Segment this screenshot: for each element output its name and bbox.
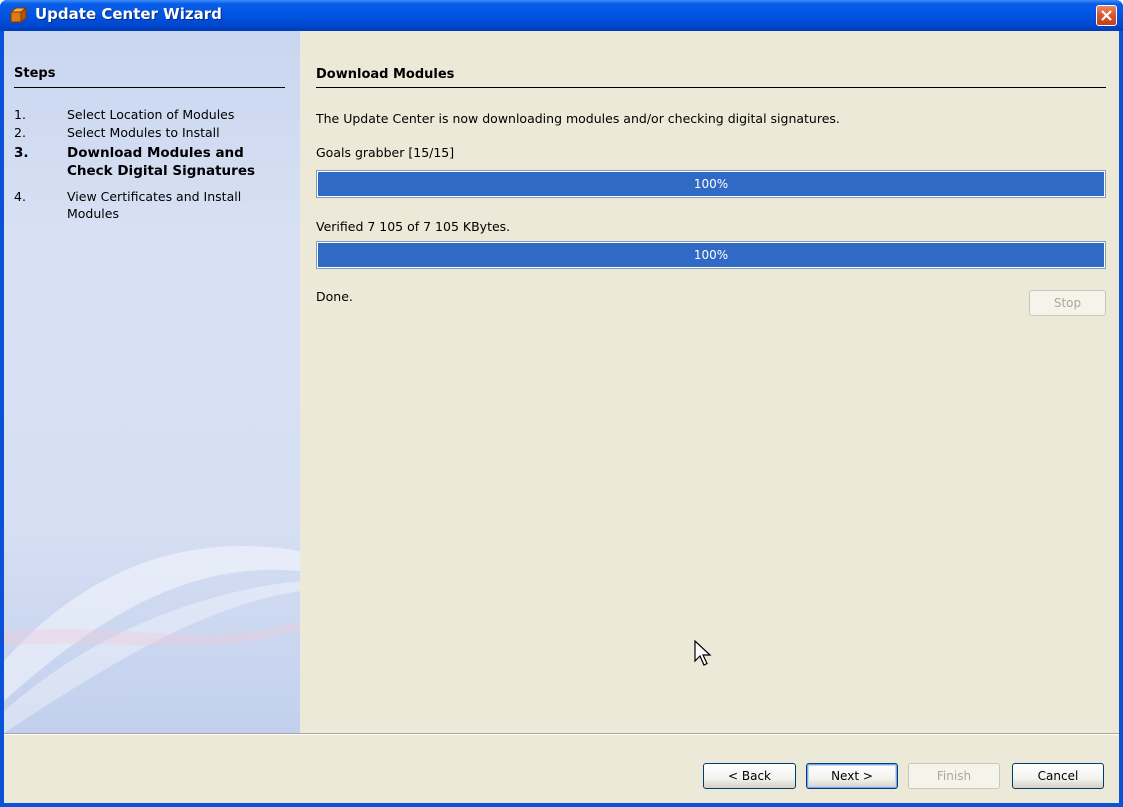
description-text: The Update Center is now downloading mod… [316,111,840,126]
download-progress-bar: 100% [316,170,1106,198]
step-label: Download Modules and Check Digital Signa… [67,145,256,179]
verify-progress-percent: 100% [693,248,729,262]
steps-divider [14,87,285,88]
back-button[interactable]: < Back [703,763,796,789]
next-button[interactable]: Next > [806,763,898,789]
app-cube-icon [10,7,28,23]
step-label: View Certificates and Install Modules [67,189,242,221]
dialog-client-area: Steps 1. Select Location of Modules 2. S… [4,31,1119,803]
download-progress-label: Goals grabber [15/15] [316,145,455,160]
step-number: 4. [14,189,26,204]
footer-divider-highlight [4,734,1119,735]
verify-progress-label: Verified 7 105 of 7 105 KBytes. [316,219,511,234]
title-divider [316,87,1106,88]
step-number: 2. [14,125,26,140]
cancel-button[interactable]: Cancel [1012,763,1104,789]
verify-progress-bar: 100% [316,241,1106,269]
step-label: Select Location of Modules [67,107,235,122]
wizard-window: Update Center Wizard Steps 1. Select Loc… [0,0,1123,807]
steps-title: Steps [14,66,56,81]
stop-button[interactable]: Stop [1029,290,1106,316]
step-number: 1. [14,107,26,122]
title-bar[interactable]: Update Center Wizard [0,0,1123,31]
sidebar-decoration [4,545,300,733]
status-text: Done. [316,289,353,304]
close-button[interactable] [1096,5,1117,26]
page-title: Download Modules [316,67,455,82]
download-progress-percent: 100% [693,177,729,191]
content-panel: Download Modules The Update Center is no… [300,31,1119,733]
mouse-pointer-icon [694,640,712,666]
steps-sidebar: Steps 1. Select Location of Modules 2. S… [4,31,300,733]
finish-button[interactable]: Finish [908,763,1000,789]
step-label: Select Modules to Install [67,125,220,140]
window-title: Update Center Wizard [35,5,222,23]
close-icon [1101,10,1112,21]
step-number: 3. [14,145,29,161]
